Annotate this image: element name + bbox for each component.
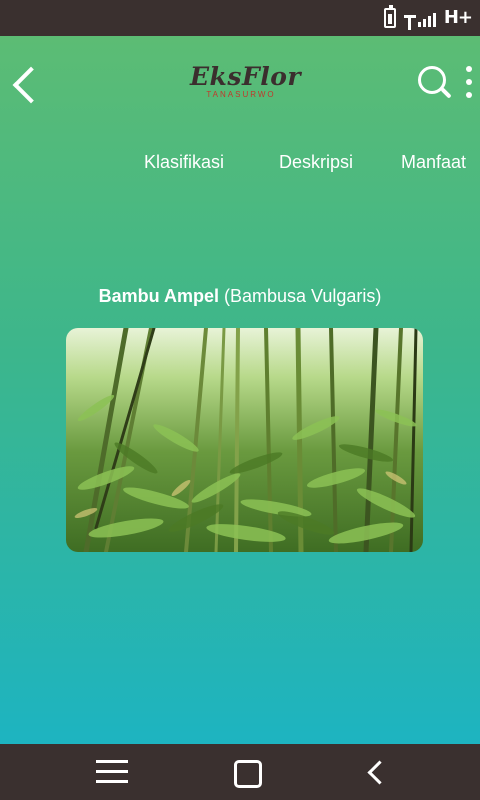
- tab-klasifikasi[interactable]: Klasifikasi: [144, 152, 224, 173]
- plant-title: Bambu Ampel (Bambusa Vulgaris): [0, 286, 480, 307]
- plant-scientific-name: (Bambusa Vulgaris): [223, 286, 382, 306]
- navigation-bar: [0, 744, 480, 800]
- home-button[interactable]: [234, 760, 262, 788]
- tab-manfaat[interactable]: Manfaat: [401, 152, 466, 173]
- system-back-button[interactable]: [367, 761, 387, 783]
- plant-common-name: Bambu Ampel: [98, 286, 219, 306]
- app-logo: EksFlor TANASURWO: [190, 62, 302, 100]
- logo-title: EksFlor: [190, 62, 302, 91]
- status-bar: H+: [0, 0, 480, 36]
- more-options-button[interactable]: [462, 64, 476, 100]
- logo-subtitle: TANASURWO: [206, 90, 276, 99]
- plant-photo: [66, 328, 423, 552]
- search-button[interactable]: [418, 66, 454, 102]
- network-type: H+: [443, 7, 473, 28]
- app-screen: EksFlor TANASURWO Klasifikasi Deskripsi …: [0, 36, 480, 744]
- recent-apps-button[interactable]: [96, 760, 128, 784]
- status-icons: H+: [383, 4, 473, 30]
- signal-icon: [403, 9, 436, 30]
- battery-icon: [383, 4, 396, 28]
- tab-deskripsi[interactable]: Deskripsi: [279, 152, 353, 173]
- bamboo-image: [74, 328, 418, 552]
- back-button[interactable]: [12, 68, 42, 102]
